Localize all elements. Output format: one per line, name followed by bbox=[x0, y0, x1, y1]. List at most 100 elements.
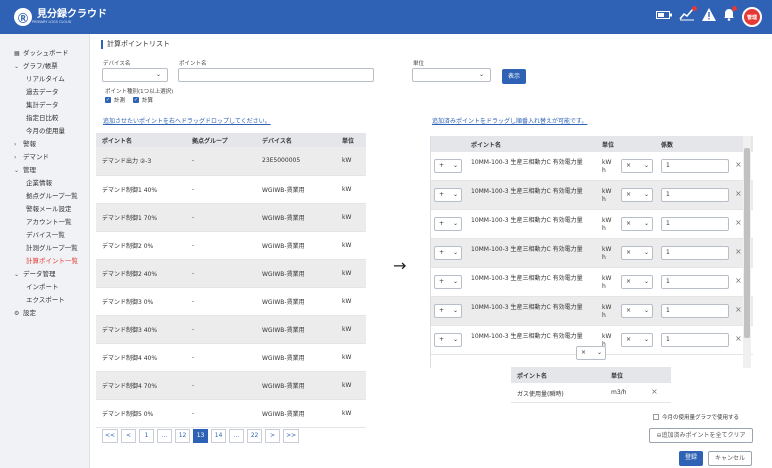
page-button[interactable]: ... bbox=[157, 429, 173, 443]
sidebar-item[interactable]: 企業情報 bbox=[0, 177, 89, 190]
use-in-graph-checkbox[interactable]: 今月の使用量グラフで使用する bbox=[653, 413, 739, 421]
page-button[interactable]: > bbox=[265, 429, 281, 443]
operator-select[interactable]: + ⌄ bbox=[434, 159, 462, 173]
list-item[interactable]: + ⌄ 10MM-100-3 生産三相動力C 有効電力量 kWh × ⌄ 1 × bbox=[431, 181, 753, 210]
sidebar-item[interactable]: ▦ ダッシュボード bbox=[0, 47, 89, 60]
result-operator-select[interactable]: × ⌄ bbox=[576, 346, 606, 360]
remove-icon[interactable]: × bbox=[735, 305, 742, 314]
operator-select[interactable]: + ⌄ bbox=[434, 188, 462, 202]
multiplier-select[interactable]: × ⌄ bbox=[621, 333, 653, 347]
unit-select[interactable]: ⌄ bbox=[412, 68, 491, 82]
table-row[interactable]: デマンド制御2 0% - WGIWB-賃業用 kW bbox=[96, 231, 366, 260]
sidebar-item-label: 警報メール設定 bbox=[26, 205, 72, 213]
point-unit: kWh bbox=[602, 304, 612, 319]
sidebar-item[interactable]: 過去データ bbox=[0, 86, 89, 99]
chart-icon[interactable] bbox=[679, 6, 697, 27]
coefficient-input[interactable]: 1 bbox=[661, 159, 729, 173]
sidebar-item[interactable]: インポート bbox=[0, 281, 89, 294]
result-remove-icon[interactable]: × bbox=[651, 387, 658, 396]
list-item[interactable]: + ⌄ 10MM-100-3 生産三相動力C 有効電力量 kWh × ⌄ 1 × bbox=[431, 268, 753, 297]
page-button[interactable]: 22 bbox=[247, 429, 263, 443]
table-row[interactable]: デマンド出力 ②-3-23E5000005 kW bbox=[96, 147, 366, 176]
sidebar-item[interactable]: › デマンド bbox=[0, 151, 89, 164]
coefficient-input[interactable]: 1 bbox=[661, 188, 729, 202]
calc-checkbox[interactable]: ✓ 計算 bbox=[133, 96, 153, 104]
page-button[interactable]: < bbox=[121, 429, 137, 443]
sidebar-item[interactable]: 拠点グループ一覧 bbox=[0, 190, 89, 203]
sidebar-item[interactable]: デバイス一覧 bbox=[0, 229, 89, 242]
sidebar-item[interactable]: ⌄ グラフ/帳票 bbox=[0, 60, 89, 73]
remove-icon[interactable]: × bbox=[735, 189, 742, 198]
list-item[interactable]: + ⌄ 10MM-100-3 生産三相動力C 有効電力量 kWh × ⌄ 1 × bbox=[431, 239, 753, 268]
sidebar-item[interactable]: 指定日比較 bbox=[0, 112, 89, 125]
remove-icon[interactable]: × bbox=[735, 334, 742, 343]
page-button[interactable]: ... bbox=[229, 429, 245, 443]
multiplier-select[interactable]: × ⌄ bbox=[621, 246, 653, 260]
page-button[interactable]: 13 bbox=[193, 429, 209, 443]
coefficient-input[interactable]: 1 bbox=[661, 304, 729, 318]
multiplier-select[interactable]: × ⌄ bbox=[621, 275, 653, 289]
multiplier-select[interactable]: × ⌄ bbox=[621, 217, 653, 231]
cell-point-name: デマンド制御1 70% bbox=[96, 203, 186, 232]
show-button[interactable]: 表示 bbox=[502, 69, 526, 84]
warning-icon[interactable] bbox=[702, 7, 716, 27]
table-row[interactable]: デマンド制御5 0% - WGIWB-賃業用 kW bbox=[96, 399, 366, 428]
table-row[interactable]: デマンド制御4 40% - WGIWB-賃業用 kW bbox=[96, 343, 366, 372]
table-row[interactable]: デマンド制御1 70% - WGIWB-賃業用 kW bbox=[96, 203, 366, 232]
sidebar-item[interactable]: ⌄ データ管理 bbox=[0, 268, 89, 281]
remove-icon[interactable]: × bbox=[735, 218, 742, 227]
multiplier-select[interactable]: × ⌄ bbox=[621, 304, 653, 318]
scrollbar-thumb[interactable] bbox=[744, 148, 750, 338]
page-button[interactable]: 12 bbox=[175, 429, 191, 443]
operator-select[interactable]: + ⌄ bbox=[434, 333, 462, 347]
selected-points-scrollbar[interactable] bbox=[743, 136, 751, 368]
clear-all-button[interactable]: ⊖追加済みポイントを全てクリア bbox=[649, 428, 753, 443]
page-button[interactable]: << bbox=[102, 429, 119, 443]
sidebar-item[interactable]: ⚙ 設定 bbox=[0, 307, 89, 320]
list-item[interactable]: + ⌄ 10MM-100-3 生産三相動力C 有効電力量 kWh × ⌄ 1 × bbox=[431, 297, 753, 326]
battery-icon[interactable] bbox=[656, 8, 672, 26]
table-row[interactable]: デマンド制御4 70% - WGIWB-賃業用 kW bbox=[96, 371, 366, 400]
cancel-button[interactable]: キャンセル bbox=[708, 451, 752, 466]
sidebar-item[interactable]: ⌄ 管理 bbox=[0, 164, 89, 177]
operator-select[interactable]: + ⌄ bbox=[434, 304, 462, 318]
measure-checkbox[interactable]: ✓ 計測 bbox=[105, 96, 125, 104]
cell-point-name: デマンド制御1 40% bbox=[96, 175, 186, 204]
sidebar-item[interactable]: 計測グループ一覧 bbox=[0, 242, 89, 255]
list-item[interactable]: + ⌄ 10MM-100-3 生産三相動力C 有効電力量 kWh × ⌄ 1 × bbox=[431, 152, 753, 181]
sidebar-item[interactable]: 集計データ bbox=[0, 99, 89, 112]
operator-select[interactable]: + ⌄ bbox=[434, 217, 462, 231]
app-logo[interactable]: Ⓡ 見分録クラウド PRIMARY LOGS CLOUD bbox=[14, 8, 107, 26]
sidebar-item[interactable]: 警報メール設定 bbox=[0, 203, 89, 216]
table-row[interactable]: デマンド制御3 0% - WGIWB-賃業用 kW bbox=[96, 287, 366, 316]
table-row[interactable]: デマンド制御2 40% - WGIWB-賃業用 kW bbox=[96, 259, 366, 288]
device-select[interactable]: ⌄ bbox=[102, 68, 168, 82]
bell-icon[interactable] bbox=[723, 6, 737, 27]
sidebar-item[interactable]: › 警報 bbox=[0, 138, 89, 151]
point-name-input[interactable] bbox=[178, 68, 374, 82]
remove-icon[interactable]: × bbox=[735, 276, 742, 285]
operator-select[interactable]: + ⌄ bbox=[434, 275, 462, 289]
register-button[interactable]: 登録 bbox=[679, 451, 703, 466]
page-button[interactable]: 14 bbox=[211, 429, 227, 443]
sidebar-item[interactable]: リアルタイム bbox=[0, 73, 89, 86]
user-avatar[interactable]: 管理 bbox=[742, 7, 762, 27]
page-button[interactable]: >> bbox=[283, 429, 300, 443]
list-item[interactable]: + ⌄ 10MM-100-3 生産三相動力C 有効電力量 kWh × ⌄ 1 × bbox=[431, 210, 753, 239]
multiplier-select[interactable]: × ⌄ bbox=[621, 159, 653, 173]
coefficient-input[interactable]: 1 bbox=[661, 333, 729, 347]
coefficient-input[interactable]: 1 bbox=[661, 275, 729, 289]
coefficient-input[interactable]: 1 bbox=[661, 246, 729, 260]
page-button[interactable]: 1 bbox=[139, 429, 155, 443]
sidebar-item[interactable]: エクスポート bbox=[0, 294, 89, 307]
remove-icon[interactable]: × bbox=[735, 160, 742, 169]
multiplier-select[interactable]: × ⌄ bbox=[621, 188, 653, 202]
coefficient-input[interactable]: 1 bbox=[661, 217, 729, 231]
sidebar-item[interactable]: 今月の使用量 bbox=[0, 125, 89, 138]
table-row[interactable]: デマンド制御1 40% - WGIWB-賃業用 kW bbox=[96, 175, 366, 204]
sidebar-item[interactable]: アカウント一覧 bbox=[0, 216, 89, 229]
remove-icon[interactable]: × bbox=[735, 247, 742, 256]
sidebar-item[interactable]: 計算ポイント一覧 bbox=[0, 255, 89, 268]
operator-select[interactable]: + ⌄ bbox=[434, 246, 462, 260]
table-row[interactable]: デマンド制御3 40% - WGIWB-賃業用 kW bbox=[96, 315, 366, 344]
